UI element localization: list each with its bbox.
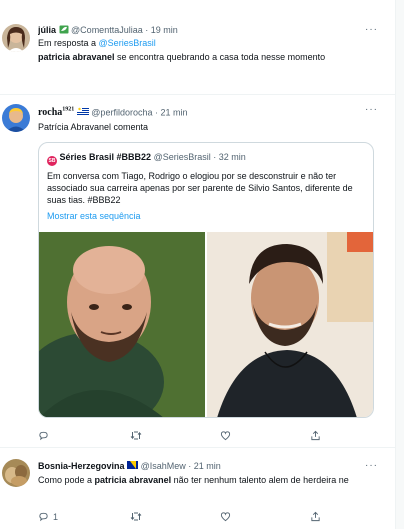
body-text: se encontra quebrando a casa toda nesse … (114, 52, 326, 62)
avatar[interactable] (2, 459, 30, 487)
highlight-text: patricia abravanel (94, 475, 172, 485)
handle[interactable]: @ComenttaJuliaa (71, 25, 143, 35)
like-button[interactable] (220, 430, 231, 441)
share-button[interactable] (310, 430, 321, 441)
like-icon (220, 512, 231, 522)
separator: · (145, 25, 149, 35)
display-name[interactable]: Bosnia-Herzegovina (38, 461, 125, 471)
more-icon[interactable]: ··· (365, 104, 378, 115)
tweet-text: Patrícia Abravanel comenta (38, 122, 149, 133)
quote-handle[interactable]: @SeriesBrasil (154, 152, 211, 162)
quote-display-name[interactable]: Séries Brasil #BBB22 (60, 152, 152, 162)
separator: · (188, 461, 192, 471)
retweet-button[interactable] (130, 511, 142, 522)
tweet-text: Como pode a patricia abravanel não ter n… (38, 474, 378, 486)
series-brasil-logo-icon: SB (47, 156, 57, 166)
tweet-text: patricia abravanel se encontra quebrando… (38, 51, 378, 63)
tweet-julia[interactable]: júlia @ComenttaJuliaa · 19 min Em respos… (0, 0, 396, 95)
retweet-icon (130, 512, 142, 521)
more-icon[interactable]: ··· (365, 24, 378, 35)
leaf-icon (59, 25, 69, 34)
text-suffix: não ter nenhum talento alem de herdeira … (171, 475, 349, 485)
highlight-text: patricia abravanel (38, 52, 115, 62)
name-superscript: 1921 (62, 107, 75, 113)
tweet-actions: 1 (38, 511, 338, 523)
quote-header: SB Séries Brasil #BBB22 @SeriesBrasil · … (47, 151, 365, 166)
handle[interactable]: @perfildorocha (91, 107, 152, 117)
reply-button[interactable]: 1 (38, 511, 58, 522)
timestamp[interactable]: 19 min (151, 25, 178, 35)
tweet-bosnia[interactable]: Bosnia-Herzegovina @IsahMew · 21 min Com… (0, 449, 396, 529)
quote-text: Em conversa com Tiago, Rodrigo o elogiou… (47, 171, 353, 205)
media-photo-tiago[interactable] (39, 232, 205, 417)
share-icon (311, 511, 320, 522)
display-name[interactable]: rocha1921 (38, 107, 74, 118)
quote-media[interactable] (39, 232, 373, 417)
retweet-icon (130, 431, 142, 440)
timestamp[interactable]: 21 min (161, 107, 188, 117)
separator: · (213, 152, 217, 162)
tweet-rocha[interactable]: rocha1921 @perfildorocha · 21 min Patríc… (0, 96, 396, 448)
bosnia-flag-icon (127, 460, 139, 469)
reply-count: 1 (53, 511, 59, 522)
media-photo-rodrigo[interactable] (207, 232, 373, 417)
uruguay-flag-icon (76, 106, 89, 116)
quoted-tweet[interactable]: SB Séries Brasil #BBB22 @SeriesBrasil · … (38, 142, 374, 418)
reply-context: Em resposta a @SeriesBrasil (38, 37, 378, 49)
quote-timestamp[interactable]: 32 min (219, 152, 246, 162)
reply-icon (39, 431, 48, 441)
reply-button[interactable] (38, 430, 49, 441)
page-scrollbar[interactable] (395, 0, 404, 529)
timestamp[interactable]: 21 min (194, 461, 221, 471)
display-name[interactable]: júlia (38, 25, 56, 35)
name-text: rocha (38, 107, 63, 119)
like-icon (220, 431, 231, 441)
retweet-button[interactable] (130, 430, 142, 441)
more-icon[interactable]: ··· (365, 460, 378, 471)
avatar[interactable] (2, 104, 30, 132)
show-thread-link[interactable]: Mostrar esta sequência (47, 210, 365, 222)
tweet-header: Bosnia-Herzegovina @IsahMew · 21 min (38, 460, 378, 472)
like-button[interactable] (220, 511, 231, 522)
text-prefix: Como pode a (38, 475, 95, 485)
tweet-actions (38, 430, 338, 442)
reply-prefix: Em resposta a (38, 38, 97, 48)
tweet-header: júlia @ComenttaJuliaa · 19 min (38, 24, 378, 36)
share-button[interactable] (310, 511, 321, 522)
avatar[interactable] (2, 24, 30, 52)
tweet-header: rocha1921 @perfildorocha · 21 min (38, 104, 378, 119)
separator: · (154, 107, 158, 118)
share-icon (311, 430, 320, 441)
handle[interactable]: @IsahMew (141, 461, 186, 471)
reply-icon (39, 512, 48, 522)
reply-handle-link[interactable]: @SeriesBrasil (99, 38, 156, 48)
